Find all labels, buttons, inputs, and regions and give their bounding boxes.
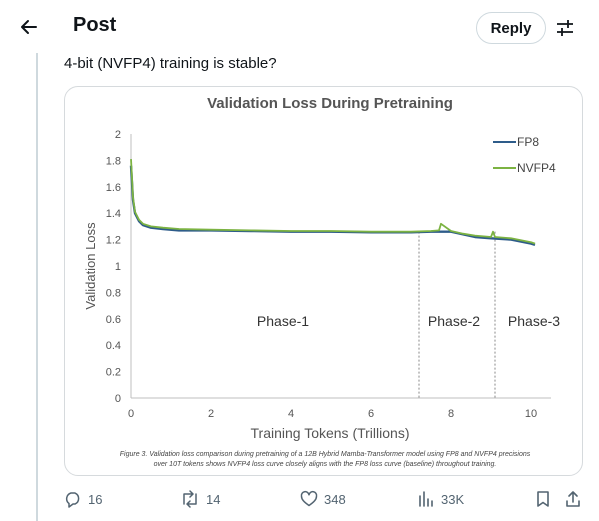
reply-action[interactable]: 16: [64, 486, 102, 512]
share-icon: [566, 491, 580, 507]
series-fp8-line: [129, 165, 536, 247]
y-tick-label: 1.4: [106, 208, 121, 220]
y-tick-label: 1.2: [106, 235, 121, 247]
phase-2-label: Phase-2: [428, 313, 480, 329]
y-tick-label: 0: [115, 393, 121, 405]
thread-line: [36, 53, 38, 521]
heart-icon: [300, 491, 318, 507]
bar-chart-icon: [419, 491, 433, 507]
action-bar: 16 14 348 33K: [64, 486, 584, 512]
legend-nvfp4-label: NVFP4: [517, 161, 556, 175]
reply-button[interactable]: Reply: [476, 12, 546, 44]
arrow-left-icon: [21, 20, 37, 34]
y-axis-label: Validation Loss: [83, 222, 98, 310]
x-tick-label: 4: [288, 408, 294, 420]
y-tick-label: 1.8: [106, 155, 121, 167]
bookmark-button[interactable]: [534, 486, 552, 512]
chart-legend: FP8 NVFP4: [493, 135, 556, 175]
settings-button[interactable]: [553, 16, 577, 40]
views-action[interactable]: 33K: [417, 486, 464, 512]
x-tick-label: 8: [448, 408, 454, 420]
sliders-icon: [557, 20, 573, 36]
media-image[interactable]: Validation Loss During Pretraining 0 0.2 0…: [64, 86, 583, 476]
share-button[interactable]: [564, 486, 582, 512]
like-action[interactable]: 348: [300, 486, 346, 512]
y-tick-label: 0.6: [106, 314, 121, 326]
like-count: 348: [324, 491, 346, 507]
repost-icon: [183, 490, 197, 508]
back-button[interactable]: [14, 12, 44, 42]
phase-3-label: Phase-3: [508, 313, 560, 329]
bookmark-icon: [537, 491, 549, 507]
series-lines: [129, 159, 536, 247]
page-title: Post: [73, 14, 117, 36]
y-tick-label: 0.2: [106, 367, 121, 379]
comment-icon: [65, 492, 80, 508]
y-tick-labels: 0 0.2 0.4 0.6 0.8 1 1.2 1.4 1.6 1.8 2: [106, 129, 121, 405]
y-tick-label: 1.6: [106, 182, 121, 194]
y-tick-label: 2: [115, 129, 121, 141]
x-tick-labels: 0 2 4 6 8 10: [128, 408, 537, 420]
x-axis-label: Training Tokens (Trillions): [251, 425, 410, 441]
legend-fp8-label: FP8: [517, 135, 539, 149]
repost-action[interactable]: 14: [180, 486, 220, 512]
x-tick-label: 0: [128, 408, 134, 420]
view-count: 33K: [441, 491, 465, 507]
validation-loss-chart: Validation Loss During Pretraining 00.20…: [83, 95, 560, 468]
figure-caption-line1: Figure 3. Validation loss comparison dur…: [120, 451, 531, 458]
chart-title: Validation Loss During Pretraining: [207, 95, 453, 112]
x-tick-label: 6: [368, 408, 374, 420]
phase-1-label: Phase-1: [257, 313, 309, 329]
post-text: 4-bit (NVFP4) training is stable?: [64, 55, 277, 72]
y-tick-label: 0.8: [106, 287, 121, 299]
post-header: Post Reply: [0, 0, 599, 53]
repost-count: 14: [206, 491, 221, 507]
y-tick-label: 0.4: [106, 340, 121, 352]
figure-caption-line2: over 10T tokens shows NVFP4 loss curve c…: [154, 461, 497, 468]
x-tick-label: 2: [208, 408, 214, 420]
reply-count: 16: [88, 491, 103, 507]
x-tick-label: 10: [525, 408, 537, 420]
y-tick-label: 1: [115, 261, 121, 273]
